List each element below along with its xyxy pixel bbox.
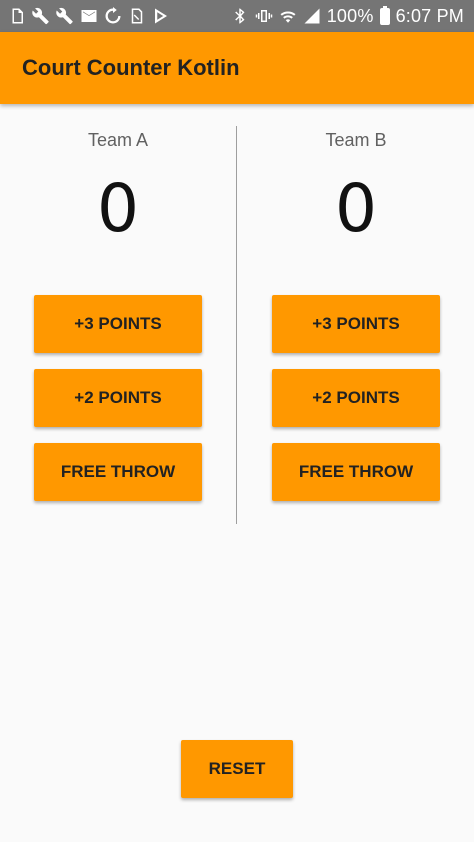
team-a-free-throw-button[interactable]: FREE THROW xyxy=(34,443,202,501)
team-divider xyxy=(236,126,237,524)
app-title: Court Counter Kotlin xyxy=(22,55,240,80)
signal-icon xyxy=(303,7,321,25)
play-store-icon xyxy=(152,7,170,25)
team-a-three-points-button[interactable]: +3 POINTS xyxy=(34,295,202,353)
mail-icon xyxy=(80,7,98,25)
status-time: 6:07 PM xyxy=(395,5,464,26)
team-a-name: Team A xyxy=(87,130,149,150)
status-bar: 100% 6:07 PM xyxy=(0,0,474,32)
bluetooth-icon xyxy=(231,7,249,25)
app-bar: Court Counter Kotlin xyxy=(0,32,474,104)
team-b-three-points-button[interactable]: +3 POINTS xyxy=(272,295,440,353)
team-b-name: Team B xyxy=(325,130,387,150)
team-b-score: 0 xyxy=(335,170,377,247)
wifi-icon xyxy=(279,7,297,25)
status-system: 100% 6:07 PM xyxy=(231,5,464,27)
vibrate-icon xyxy=(255,7,273,25)
reset-button[interactable]: RESET xyxy=(181,740,293,798)
team-b-panel: Team B 0 +3 POINTS +2 POINTS FREE THROW xyxy=(238,104,474,524)
sync-icon xyxy=(104,7,122,25)
wrench-icon xyxy=(56,7,74,25)
team-b-free-throw-button[interactable]: FREE THROW xyxy=(272,443,440,501)
no-sim-icon xyxy=(128,7,146,25)
wrench-icon xyxy=(32,7,50,25)
team-a-score: 0 xyxy=(97,170,139,247)
team-a-two-points-button[interactable]: +2 POINTS xyxy=(34,369,202,427)
team-b-two-points-button[interactable]: +2 POINTS xyxy=(272,369,440,427)
battery-icon xyxy=(379,5,390,25)
battery-percentage: 100% xyxy=(326,5,374,26)
status-notifications xyxy=(8,7,170,25)
team-a-panel: Team A 0 +3 POINTS +2 POINTS FREE THROW xyxy=(0,104,236,524)
device-icon xyxy=(8,7,26,25)
